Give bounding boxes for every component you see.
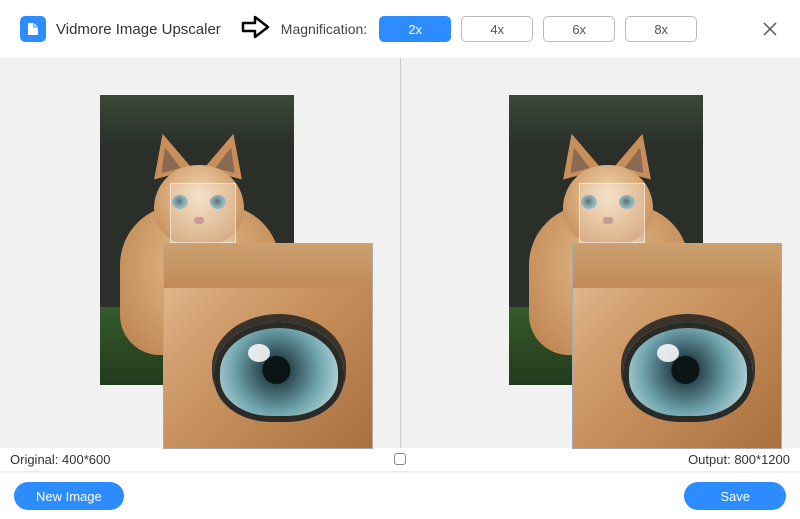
- zoom-selection-box[interactable]: [579, 183, 645, 243]
- output-size-label: Output: 800*1200: [688, 452, 790, 467]
- zoom-selection-box[interactable]: [170, 183, 236, 243]
- original-size-label: Original: 400*600: [10, 452, 111, 467]
- new-image-button[interactable]: New Image: [14, 482, 124, 510]
- arrow-right-icon: [241, 14, 271, 45]
- logo-icon: [20, 16, 46, 42]
- close-icon[interactable]: [756, 15, 784, 43]
- output-size-value: 800*1200: [734, 452, 790, 467]
- original-size-value: 400*600: [62, 452, 110, 467]
- output-pane: [401, 58, 800, 448]
- mag-option-2x[interactable]: 2x: [379, 16, 451, 42]
- header-bar: Vidmore Image Upscaler Magnification: 2x…: [0, 0, 800, 58]
- magnification-label: Magnification:: [281, 21, 367, 37]
- original-pane: [0, 58, 400, 448]
- mag-option-4x[interactable]: 4x: [461, 16, 533, 42]
- preview-area: [0, 58, 800, 448]
- footer-bar: New Image Save: [0, 473, 800, 519]
- mag-option-6x[interactable]: 6x: [543, 16, 615, 42]
- output-zoom-inset: [573, 244, 781, 448]
- compare-slider-handle[interactable]: [394, 453, 406, 465]
- save-button[interactable]: Save: [684, 482, 786, 510]
- original-prefix: Original:: [10, 452, 58, 467]
- output-prefix: Output:: [688, 452, 731, 467]
- magnification-group: 2x 4x 6x 8x: [379, 16, 697, 42]
- app-title: Vidmore Image Upscaler: [56, 21, 221, 38]
- mag-option-8x[interactable]: 8x: [625, 16, 697, 42]
- original-zoom-inset: [164, 244, 372, 448]
